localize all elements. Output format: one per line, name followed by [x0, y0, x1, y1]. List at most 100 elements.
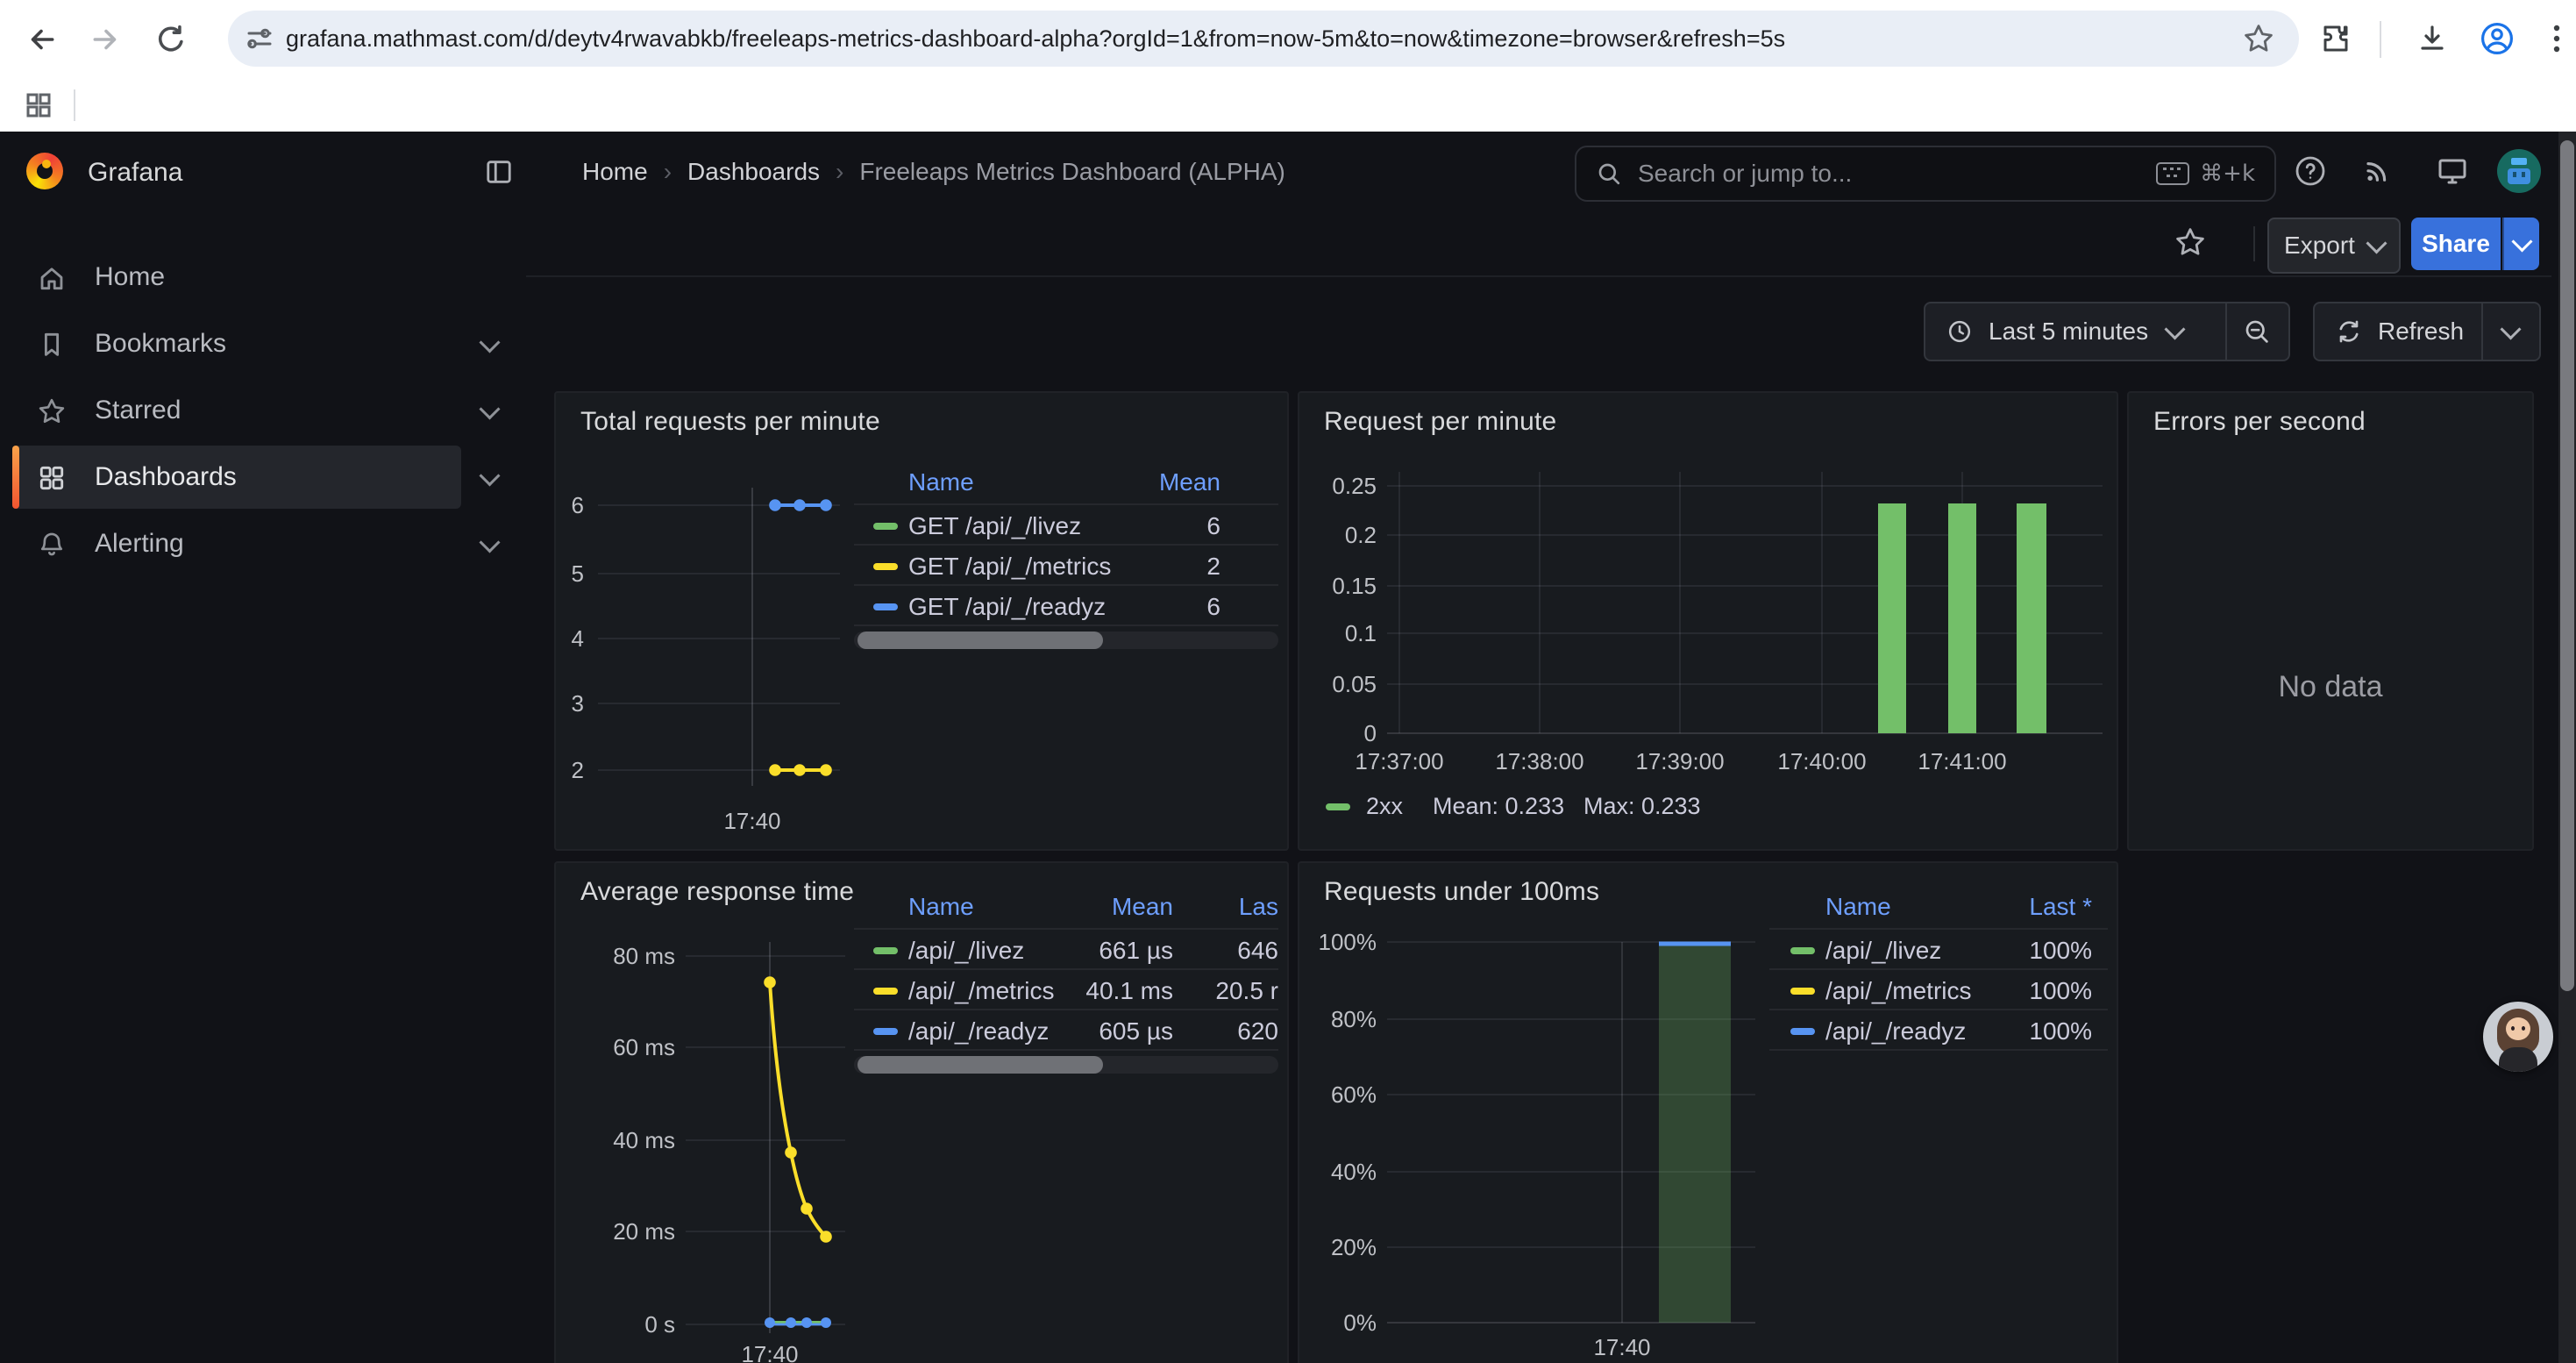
refresh-icon	[2336, 318, 2362, 345]
time-range-label: Last 5 minutes	[1989, 318, 2148, 346]
active-indicator	[12, 446, 19, 509]
series-name: 2xx	[1366, 793, 1403, 820]
legend-row[interactable]: GET /api/_/metrics 2	[854, 553, 1278, 581]
time-range-picker[interactable]: Last 5 minutes	[1925, 303, 2225, 360]
clock-icon	[1946, 318, 1973, 345]
series-last: 620	[1237, 1017, 1278, 1045]
chevron-down-icon[interactable]	[479, 398, 500, 419]
chevron-down-icon	[2165, 318, 2186, 339]
zoom-out-button[interactable]	[2225, 303, 2288, 360]
legend-table: Name Mean GET /api/_/livez 6 GET /api/_/…	[854, 460, 1278, 653]
x-tick: 17:40	[700, 807, 805, 835]
legend-col-last[interactable]: Las	[1239, 893, 1278, 921]
export-label: Export	[2284, 232, 2355, 260]
legend-row[interactable]: /api/_/metrics 40.1 ms 20.5 r	[854, 977, 1278, 1005]
legend-row[interactable]: GET /api/_/livez 6	[854, 512, 1278, 540]
legend-col-name[interactable]: Name	[1825, 893, 1891, 921]
y-tick: 0.25	[1299, 472, 1377, 500]
legend-col-name[interactable]: Name	[908, 468, 974, 496]
chevron-down-icon[interactable]	[479, 532, 500, 553]
user-avatar[interactable]	[2497, 149, 2541, 193]
search-shortcut: ⌘+k	[2200, 161, 2255, 187]
legend-scrollbar-thumb[interactable]	[857, 632, 1103, 649]
panel-errors-per-second[interactable]: Errors per second No data	[2127, 391, 2534, 851]
browser-menu-button[interactable]	[2546, 21, 2567, 56]
series-name: /api/_/livez	[1825, 937, 1941, 965]
back-button[interactable]	[25, 23, 58, 56]
breadcrumb-home[interactable]: Home	[582, 158, 648, 186]
legend-col-name[interactable]: Name	[908, 893, 974, 921]
panel-request-per-minute[interactable]: Request per minute 0.25 0.2 0.15 0.1	[1298, 391, 2118, 851]
monitor-icon	[2436, 154, 2469, 188]
share-menu-button[interactable]	[2502, 218, 2539, 270]
rss-icon	[2362, 154, 2394, 186]
y-tick: 5	[556, 560, 584, 588]
panel-under-100ms[interactable]: Requests under 100ms 100% 80% 60% 40% 20…	[1298, 861, 2118, 1363]
bookmarks-divider	[74, 89, 75, 121]
bookmark-page-button[interactable]	[2243, 23, 2274, 54]
y-tick: 0.2	[1299, 521, 1377, 549]
y-tick: 0%	[1299, 1309, 1377, 1337]
panel-left-icon	[484, 158, 514, 186]
forward-button[interactable]	[89, 23, 123, 56]
legend-col-mean[interactable]: Mean	[1159, 468, 1220, 496]
bookmark-icon	[37, 330, 67, 360]
news-button[interactable]	[2362, 154, 2394, 186]
sidebar-item-label: Alerting	[95, 529, 184, 559]
export-button[interactable]: Export	[2267, 218, 2401, 274]
profile-button[interactable]	[2478, 19, 2516, 58]
grafana-logo[interactable]	[26, 153, 63, 189]
legend-scrollbar-thumb[interactable]	[857, 1056, 1103, 1074]
legend-scrollbar[interactable]	[854, 632, 1278, 649]
share-button[interactable]: Share	[2411, 218, 2501, 270]
forward-icon	[89, 23, 123, 56]
panel-avg-response-time[interactable]: Average response time 80 ms 60 ms 40 ms	[554, 861, 1289, 1363]
chevron-down-icon	[2511, 231, 2532, 252]
tune-icon[interactable]	[246, 25, 274, 53]
search-placeholder: Search or jump to...	[1638, 160, 1852, 188]
reload-button[interactable]	[154, 23, 188, 56]
legend-col-mean[interactable]: Mean	[1112, 893, 1173, 921]
downloads-button[interactable]	[2416, 23, 2448, 54]
legend-row[interactable]: /api/_/livez 661 µs 646	[854, 937, 1278, 965]
favorite-dashboard-button[interactable]	[2174, 226, 2206, 258]
legend-row[interactable]: /api/_/metrics 100%	[1769, 977, 2108, 1005]
sidebar-item-dashboards[interactable]: Dashboards	[12, 446, 461, 509]
share-label: Share	[2422, 230, 2490, 258]
avatar-face	[2506, 1017, 2530, 1040]
series-swatch	[1790, 988, 1815, 995]
sidebar-collapse-button[interactable]	[484, 158, 514, 186]
extensions-button[interactable]	[2320, 23, 2352, 54]
request-per-minute-chart[interactable]	[1299, 393, 2117, 849]
page-scrollbar-thumb[interactable]	[2560, 140, 2574, 991]
search-input[interactable]: Search or jump to... ⌘+k	[1575, 146, 2276, 202]
legend-row[interactable]: /api/_/readyz 100%	[1769, 1017, 2108, 1045]
help-button[interactable]	[2294, 154, 2327, 188]
browser-toolbar: grafana.mathmast.com/d/deytv4rwavabkb/fr…	[0, 0, 2576, 79]
legend-col-last[interactable]: Last *	[2029, 893, 2092, 921]
panel-total-requests[interactable]: Total requests per minute 6 5 4 3 2 17:4…	[554, 391, 1289, 851]
assistant-avatar[interactable]	[2483, 1002, 2553, 1072]
display-button[interactable]	[2436, 154, 2469, 188]
chevron-down-icon[interactable]	[479, 332, 500, 353]
star-icon	[2174, 226, 2206, 258]
url-bar[interactable]: grafana.mathmast.com/d/deytv4rwavabkb/fr…	[228, 11, 2299, 67]
sidebar-item-bookmarks[interactable]: Bookmarks	[12, 312, 461, 375]
sidebar-item-alerting[interactable]: Alerting	[12, 512, 461, 575]
legend-scrollbar[interactable]	[854, 1056, 1278, 1074]
chevron-down-icon[interactable]	[479, 465, 500, 486]
legend-row[interactable]: /api/_/livez 100%	[1769, 937, 2108, 965]
sidebar-item-starred[interactable]: Starred	[12, 379, 461, 442]
apps-grid-button[interactable]	[25, 91, 53, 119]
legend-bottom[interactable]: 2xx Mean: 0.233 Max: 0.233	[1299, 793, 2117, 821]
series-swatch	[1326, 803, 1350, 810]
url-text[interactable]: grafana.mathmast.com/d/deytv4rwavabkb/fr…	[286, 11, 2197, 67]
avatar-body	[2499, 1047, 2537, 1072]
refresh-interval-button[interactable]	[2481, 303, 2539, 360]
breadcrumb-dashboards[interactable]: Dashboards	[687, 158, 820, 186]
refresh-button[interactable]: Refresh	[2315, 303, 2481, 360]
series-swatch	[873, 947, 898, 954]
legend-row[interactable]: /api/_/readyz 605 µs 620	[854, 1017, 1278, 1045]
legend-row[interactable]: GET /api/_/readyz 6	[854, 593, 1278, 621]
sidebar-item-home[interactable]: Home	[12, 246, 461, 309]
